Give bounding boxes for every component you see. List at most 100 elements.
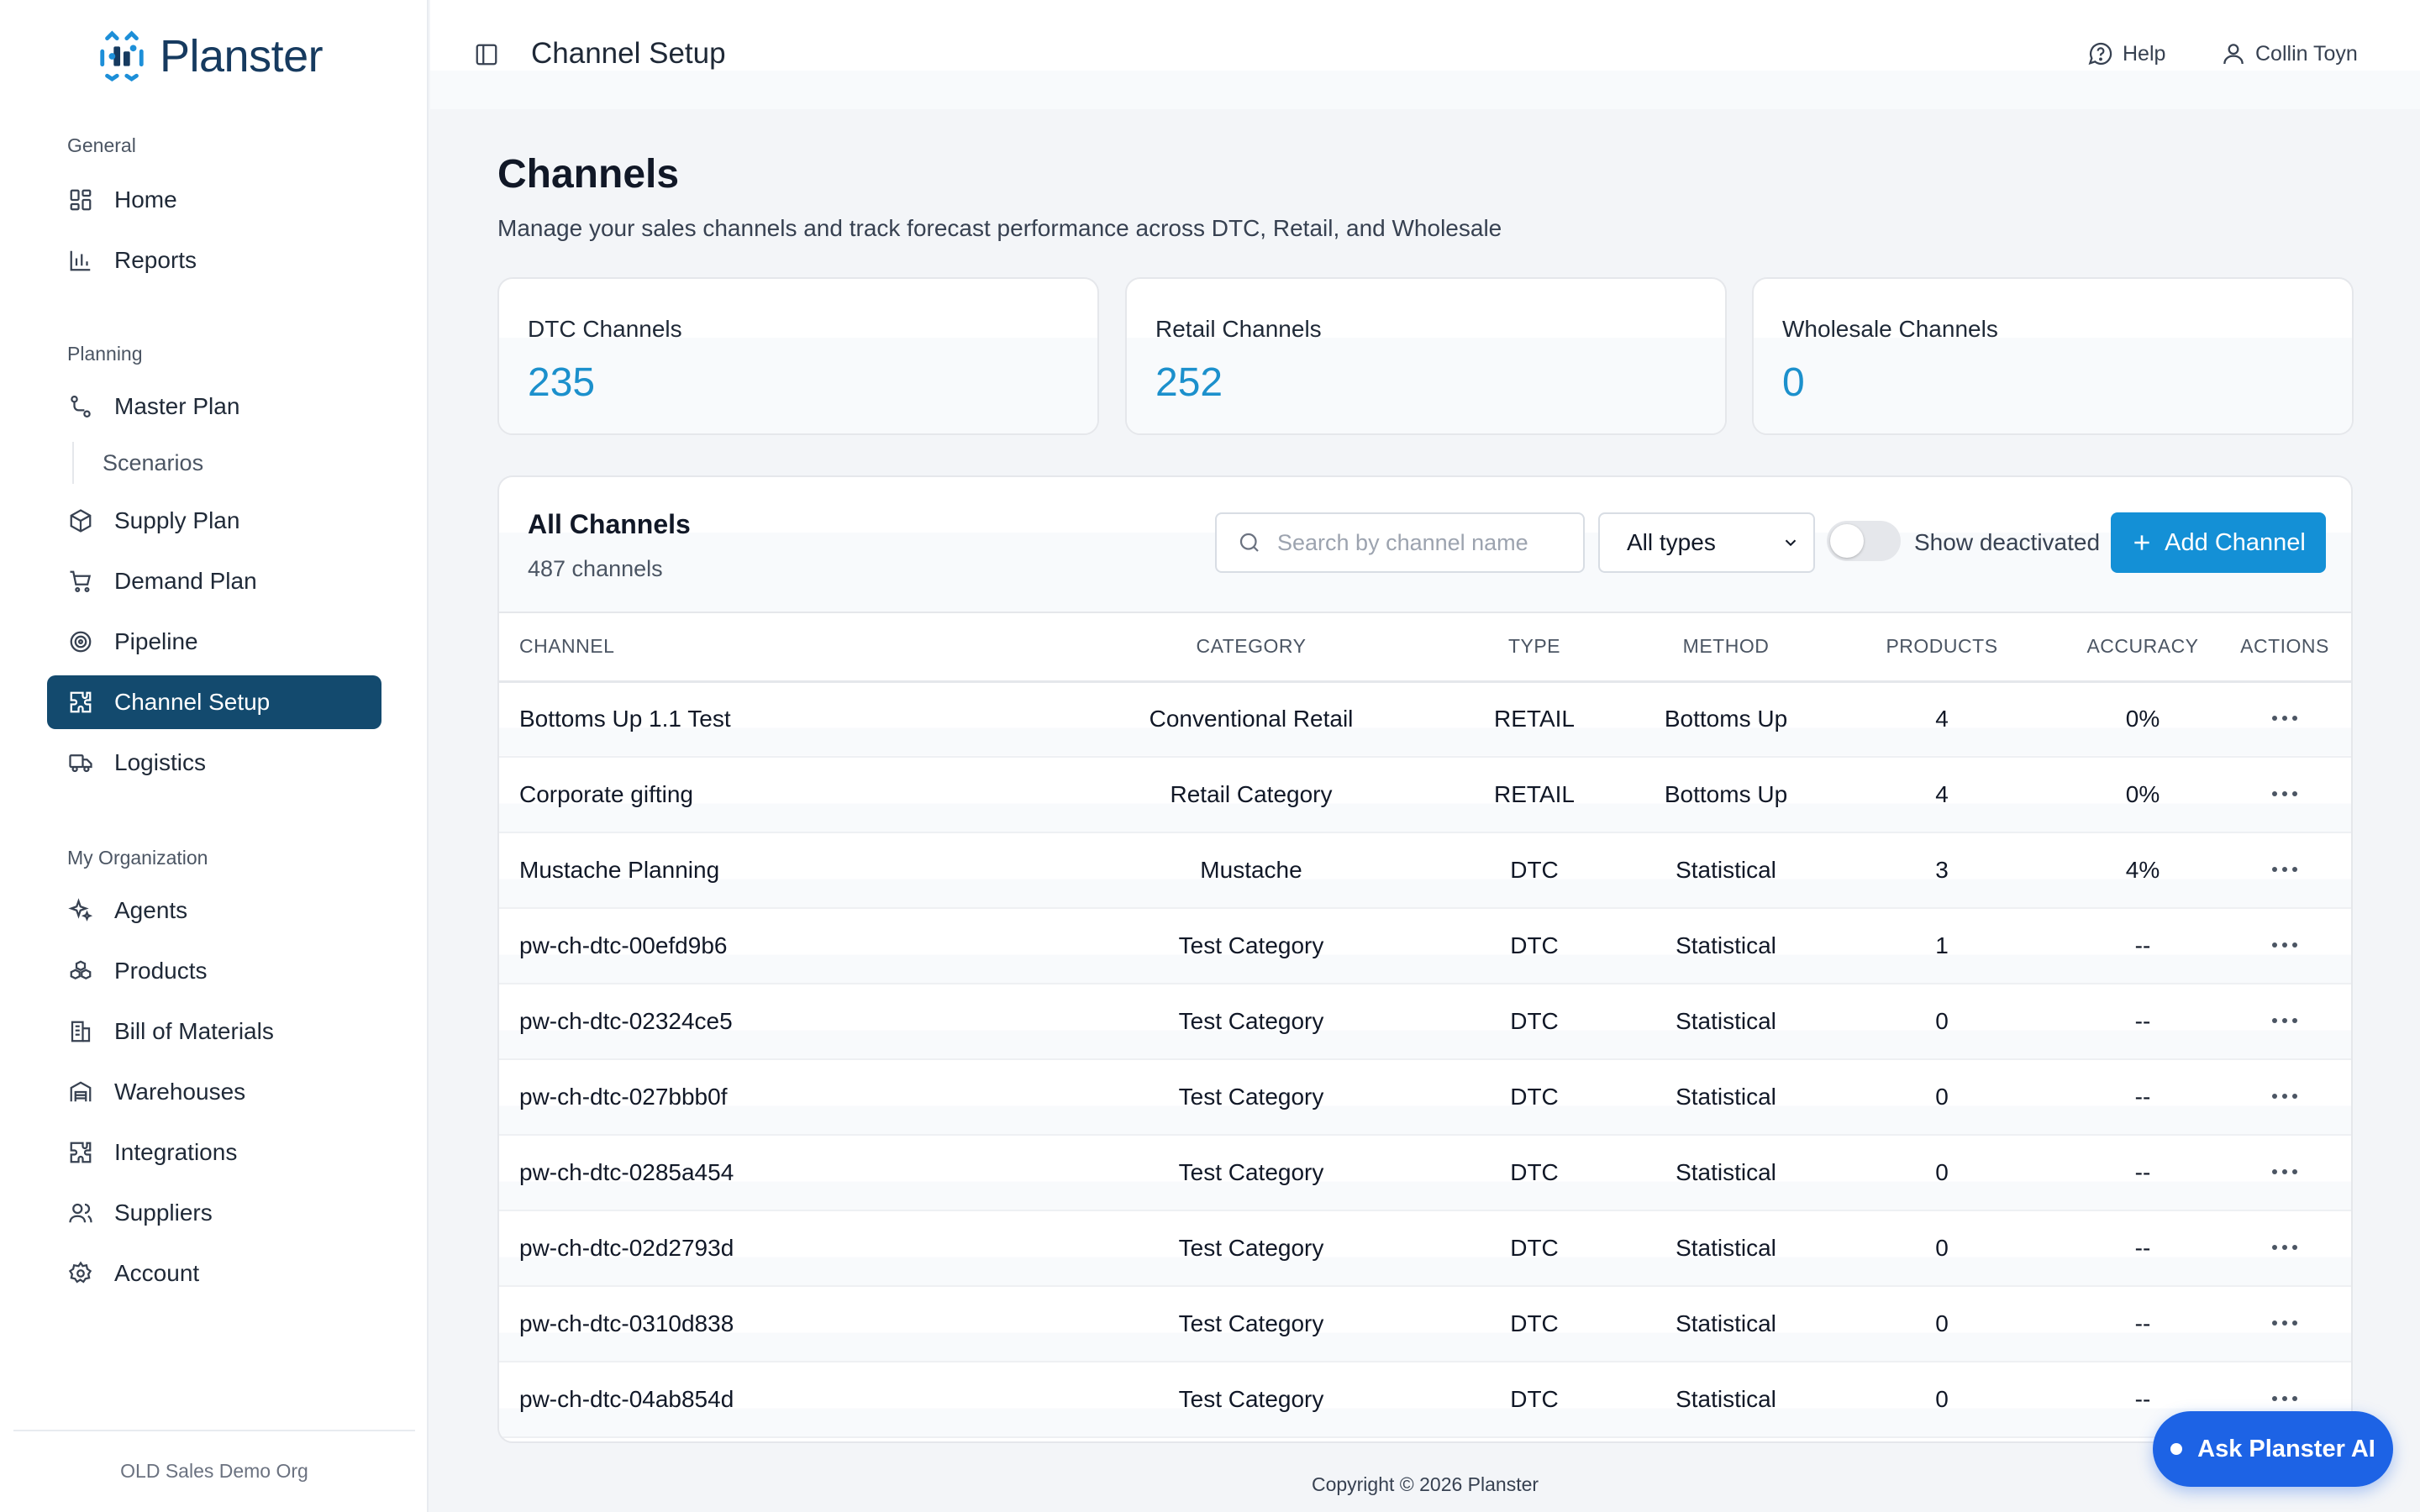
organization-name[interactable]: OLD Sales Demo Org	[0, 1460, 429, 1483]
page-breadcrumb: Channel Setup	[531, 37, 726, 70]
table-row[interactable]: pw-ch-dtc-00efd9b6 Test Category DTC Sta…	[499, 908, 2351, 984]
stat-label: Retail Channels	[1155, 316, 1322, 342]
sidebar-item-reports[interactable]: Reports	[47, 234, 381, 287]
cell-method: Statistical	[1637, 1286, 1815, 1362]
help-circle-icon	[2088, 42, 2112, 66]
column-header-category[interactable]: Category	[1071, 612, 1432, 683]
cell-products: 0	[1815, 1362, 2069, 1438]
sidebar-divider	[13, 1430, 415, 1431]
column-header-accuracy[interactable]: Accuracy	[2069, 612, 2217, 683]
cell-channel: pw-ch-dtc-0310d838	[499, 1286, 1071, 1362]
more-horizontal-icon[interactable]	[2268, 1390, 2302, 1407]
cell-channel: pw-ch-dtc-0285a454	[499, 1135, 1071, 1211]
planster-logo-icon	[100, 30, 144, 82]
sidebar-item-demand-plan[interactable]: Demand Plan	[47, 554, 381, 608]
sidebar-item-pipeline[interactable]: Pipeline	[47, 615, 381, 669]
cell-type: RETAIL	[1432, 681, 1637, 758]
cell-accuracy: --	[2069, 908, 2217, 984]
cell-method: Bottoms Up	[1637, 757, 1815, 833]
sidebar-item-bill-of-materials[interactable]: Bill of Materials	[47, 1005, 381, 1058]
sidebar-item-integrations[interactable]: Integrations	[47, 1126, 381, 1179]
show-deactivated-toggle[interactable]	[1827, 521, 1901, 561]
nav-section-planning: Planning	[67, 343, 143, 365]
more-horizontal-icon[interactable]	[2268, 1088, 2302, 1105]
sidebar-item-products[interactable]: Products	[47, 944, 381, 998]
sidebar-item-scenarios[interactable]: Scenarios	[72, 442, 203, 484]
cell-actions	[2217, 908, 2351, 984]
more-horizontal-icon[interactable]	[2268, 1012, 2302, 1029]
more-horizontal-icon[interactable]	[2268, 1163, 2302, 1180]
sidebar-item-agents[interactable]: Agents	[47, 884, 381, 937]
sidebar-item-master-plan[interactable]: Master Plan	[47, 380, 381, 433]
sidebar-item-logistics[interactable]: Logistics	[47, 736, 381, 790]
app-logo[interactable]: Planster	[96, 30, 324, 82]
add-channel-button[interactable]: Add Channel	[2111, 512, 2326, 573]
cell-channel: pw-ch-dtc-02324ce5	[499, 984, 1071, 1060]
type-filter-select[interactable]: All types	[1598, 512, 1815, 573]
plus-icon	[2134, 535, 2149, 550]
cell-type: DTC	[1432, 1286, 1637, 1362]
column-header-type[interactable]: Type	[1432, 612, 1637, 683]
bar-chart-icon	[67, 247, 94, 274]
sidebar-item-home[interactable]: Home	[47, 173, 381, 227]
cell-products: 0	[1815, 1135, 2069, 1211]
sidebar-item-channel-setup[interactable]: Channel Setup	[47, 675, 381, 729]
sidebar-item-label: Scenarios	[103, 449, 204, 475]
more-horizontal-icon[interactable]	[2268, 1315, 2302, 1331]
channels-table: Channel Category Type Method Products Ac…	[499, 612, 2351, 1438]
puzzle-icon	[67, 1139, 94, 1166]
more-horizontal-icon[interactable]	[2268, 785, 2302, 802]
table-header-row: Channel Category Type Method Products Ac…	[499, 612, 2351, 683]
table-row[interactable]: Bottoms Up 1.1 Test Conventional Retail …	[499, 681, 2351, 758]
cell-channel: pw-ch-dtc-04ab854d	[499, 1362, 1071, 1438]
more-horizontal-icon[interactable]	[2268, 710, 2302, 727]
column-header-method[interactable]: Method	[1637, 612, 1815, 683]
table-row[interactable]: pw-ch-dtc-0310d838 Test Category DTC Sta…	[499, 1286, 2351, 1362]
table-row[interactable]: Corporate gifting Retail Category RETAIL…	[499, 757, 2351, 833]
cell-accuracy: --	[2069, 1135, 2217, 1211]
help-button[interactable]: Help	[2087, 40, 2165, 67]
sidebar-toggle-icon[interactable]	[474, 42, 499, 67]
cell-channel: pw-ch-dtc-027bbb0f	[499, 1059, 1071, 1136]
sidebar-item-label: Reports	[114, 247, 197, 273]
sidebar-item-suppliers[interactable]: Suppliers	[47, 1186, 381, 1240]
sidebar-item-supply-plan[interactable]: Supply Plan	[47, 494, 381, 548]
sidebar-item-warehouses[interactable]: Warehouses	[47, 1065, 381, 1119]
user-menu[interactable]: Collin Toyn	[2220, 40, 2358, 67]
cell-method: Statistical	[1637, 1362, 1815, 1438]
sidebar-item-label: Products	[114, 958, 208, 984]
shopping-cart-icon	[67, 568, 94, 595]
route-icon	[67, 393, 94, 420]
sidebar-item-label: Integrations	[114, 1139, 238, 1165]
table-row[interactable]: pw-ch-dtc-04ab854d Test Category DTC Sta…	[499, 1362, 2351, 1438]
sidebar-item-label: Pipeline	[114, 628, 198, 654]
cell-actions	[2217, 681, 2351, 758]
sidebar-item-account[interactable]: Account	[47, 1247, 381, 1300]
search-input[interactable]	[1277, 529, 1580, 556]
table-row[interactable]: pw-ch-dtc-02324ce5 Test Category DTC Sta…	[499, 984, 2351, 1060]
table-row[interactable]: pw-ch-dtc-0285a454 Test Category DTC Sta…	[499, 1135, 2351, 1211]
user-icon	[2223, 44, 2244, 65]
column-header-products[interactable]: Products	[1815, 612, 2069, 683]
table-row[interactable]: pw-ch-dtc-02d2793d Test Category DTC Sta…	[499, 1210, 2351, 1287]
table-row[interactable]: Mustache Planning Mustache DTC Statistic…	[499, 832, 2351, 909]
ask-planster-ai-button[interactable]: Ask Planster AI	[2153, 1411, 2393, 1487]
more-horizontal-icon[interactable]	[2268, 1239, 2302, 1256]
table-title: All Channels	[528, 509, 691, 539]
sidebar-item-label: Account	[114, 1260, 200, 1286]
column-header-actions: Actions	[2217, 612, 2351, 683]
table-row[interactable]: pw-ch-dtc-027bbb0f Test Category DTC Sta…	[499, 1059, 2351, 1136]
help-label: Help	[2123, 41, 2166, 66]
cell-accuracy: --	[2069, 1286, 2217, 1362]
page-title: Channels	[497, 152, 680, 197]
copyright: Copyright © 2026 Planster	[1311, 1473, 1539, 1495]
sidebar-item-label: Master Plan	[114, 393, 240, 419]
cell-category: Test Category	[1071, 1362, 1432, 1438]
more-horizontal-icon[interactable]	[2268, 861, 2302, 878]
sidebar-item-label: Home	[114, 186, 177, 213]
cell-category: Conventional Retail	[1071, 681, 1432, 758]
search-box[interactable]	[1215, 512, 1585, 573]
column-header-channel[interactable]: Channel	[499, 612, 1071, 683]
stat-card-band	[1754, 338, 2352, 433]
more-horizontal-icon[interactable]	[2268, 937, 2302, 953]
